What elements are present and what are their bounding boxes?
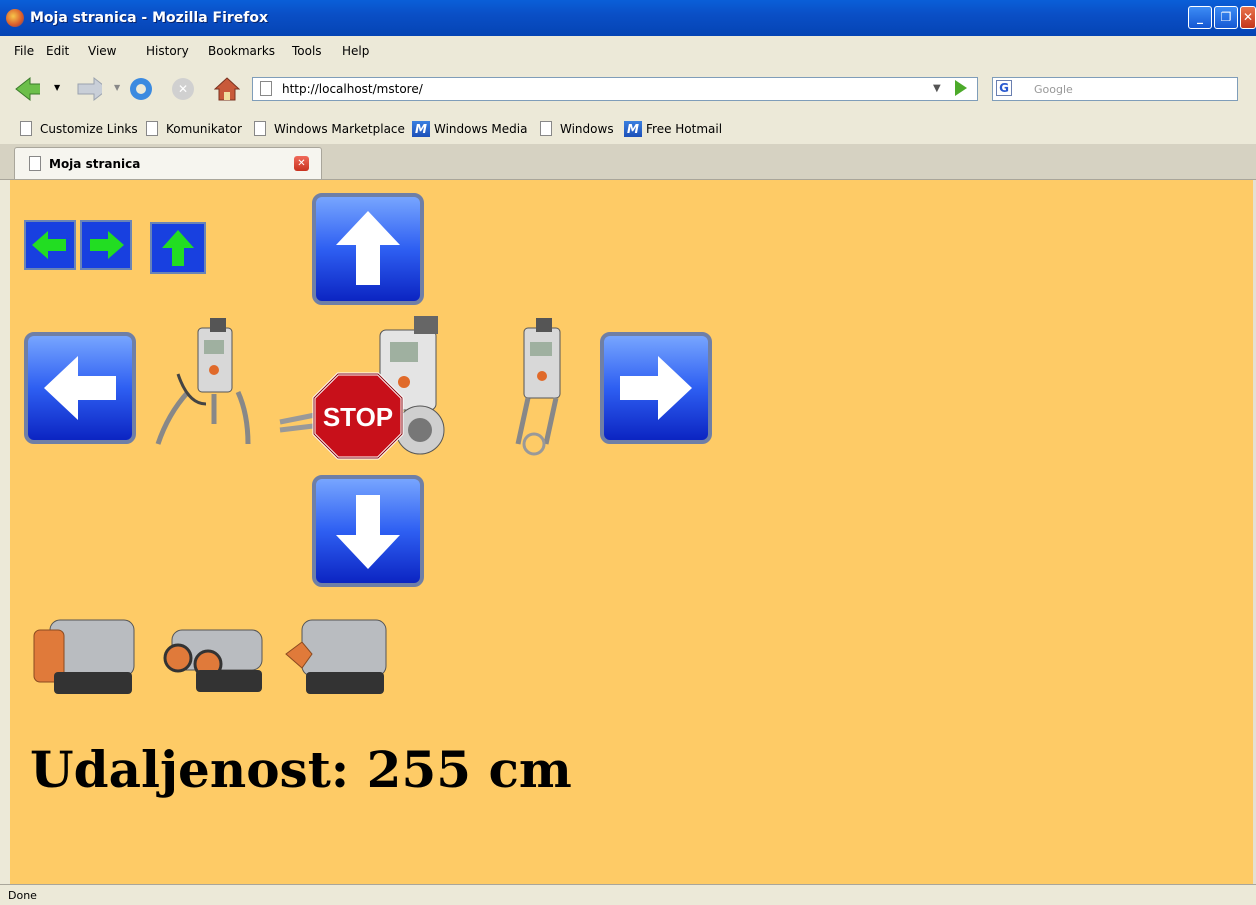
page-icon <box>260 81 272 96</box>
touch-sensor-image[interactable] <box>30 616 138 696</box>
menu-view[interactable]: View <box>88 44 116 58</box>
bookmark-free-hotmail[interactable]: Free Hotmail <box>646 122 722 136</box>
restore-button[interactable]: ❐ <box>1214 6 1238 29</box>
menu-bar: File Edit View History Bookmarks Tools H… <box>0 36 1256 65</box>
menu-history[interactable]: History <box>146 44 189 58</box>
search-input[interactable] <box>992 77 1238 101</box>
tab-moja-stranica[interactable]: Moja stranica ✕ <box>14 147 322 179</box>
ultrasonic-sensor-image[interactable] <box>156 624 264 704</box>
close-window-button[interactable]: ✕ <box>1240 6 1256 29</box>
menu-tools[interactable]: Tools <box>292 44 322 58</box>
firefox-icon <box>6 9 24 27</box>
reload-icon[interactable] <box>128 76 154 102</box>
bookmark-windows[interactable]: Windows <box>560 122 614 136</box>
status-text: Done <box>8 889 37 902</box>
bookmark-windows-marketplace[interactable]: Windows Marketplace <box>274 122 405 136</box>
back-dropdown-icon[interactable]: ▼ <box>54 83 60 92</box>
bookmark-windows-media[interactable]: Windows Media <box>434 122 527 136</box>
small-left-button[interactable] <box>24 220 76 270</box>
bookmark-page-icon <box>146 121 158 136</box>
menu-edit[interactable]: Edit <box>46 44 69 58</box>
forward-dropdown-icon[interactable]: ▼ <box>114 83 120 92</box>
robot-claw-right-image[interactable] <box>506 314 582 462</box>
window-title: Moja stranica - Mozilla Firefox <box>30 10 269 26</box>
forward-icon[interactable] <box>76 76 102 102</box>
turn-left-button[interactable] <box>24 332 136 444</box>
sound-sensor-image[interactable] <box>282 616 390 696</box>
go-icon[interactable] <box>955 80 967 96</box>
bookmark-komunikator[interactable]: Komunikator <box>166 122 242 136</box>
tab-bar: Moja stranica ✕ <box>0 144 1256 180</box>
tab-close-icon[interactable]: ✕ <box>294 156 309 171</box>
bookmark-customize-links[interactable]: Customize Links <box>40 122 138 136</box>
robot-claw-left-image[interactable] <box>148 314 258 460</box>
menu-bookmarks[interactable]: Bookmarks <box>208 44 275 58</box>
bookmark-page-icon <box>20 121 32 136</box>
home-icon[interactable] <box>214 76 240 102</box>
msn-icon: M <box>412 121 430 137</box>
status-bar: Done <box>0 884 1256 905</box>
svg-text:✕: ✕ <box>178 82 188 96</box>
minimize-button[interactable]: _ <box>1188 6 1212 29</box>
stop-loading-icon[interactable]: ✕ <box>170 76 196 102</box>
stop-label: STOP <box>323 402 393 432</box>
window-titlebar[interactable]: Moja stranica - Mozilla Firefox _ ❐ ✕ <box>0 0 1256 36</box>
search-engine-icon[interactable]: G <box>996 80 1012 96</box>
bookmark-page-icon <box>540 121 552 136</box>
small-forward-button[interactable] <box>150 222 206 274</box>
back-icon[interactable] <box>14 76 40 102</box>
bookmarks-toolbar: Customize Links Komunikator Windows Mark… <box>0 114 1256 145</box>
url-dropdown-icon[interactable]: ▼ <box>933 83 941 94</box>
bookmark-page-icon <box>254 121 266 136</box>
distance-readout: Udaljenost: 255 cm <box>30 740 572 799</box>
menu-file[interactable]: File <box>14 44 34 58</box>
menu-help[interactable]: Help <box>342 44 369 58</box>
turn-right-button[interactable] <box>600 332 712 444</box>
tab-page-icon <box>29 156 41 171</box>
tab-label: Moja stranica <box>49 157 141 171</box>
backward-button[interactable] <box>312 475 424 587</box>
small-right-button[interactable] <box>80 220 132 270</box>
stop-button[interactable]: STOP <box>312 372 404 460</box>
msn-icon: M <box>624 121 642 137</box>
forward-button[interactable] <box>312 193 424 305</box>
url-text[interactable]: http://localhost/mstore/ <box>282 82 423 96</box>
search-placeholder[interactable]: Google <box>1034 83 1073 96</box>
